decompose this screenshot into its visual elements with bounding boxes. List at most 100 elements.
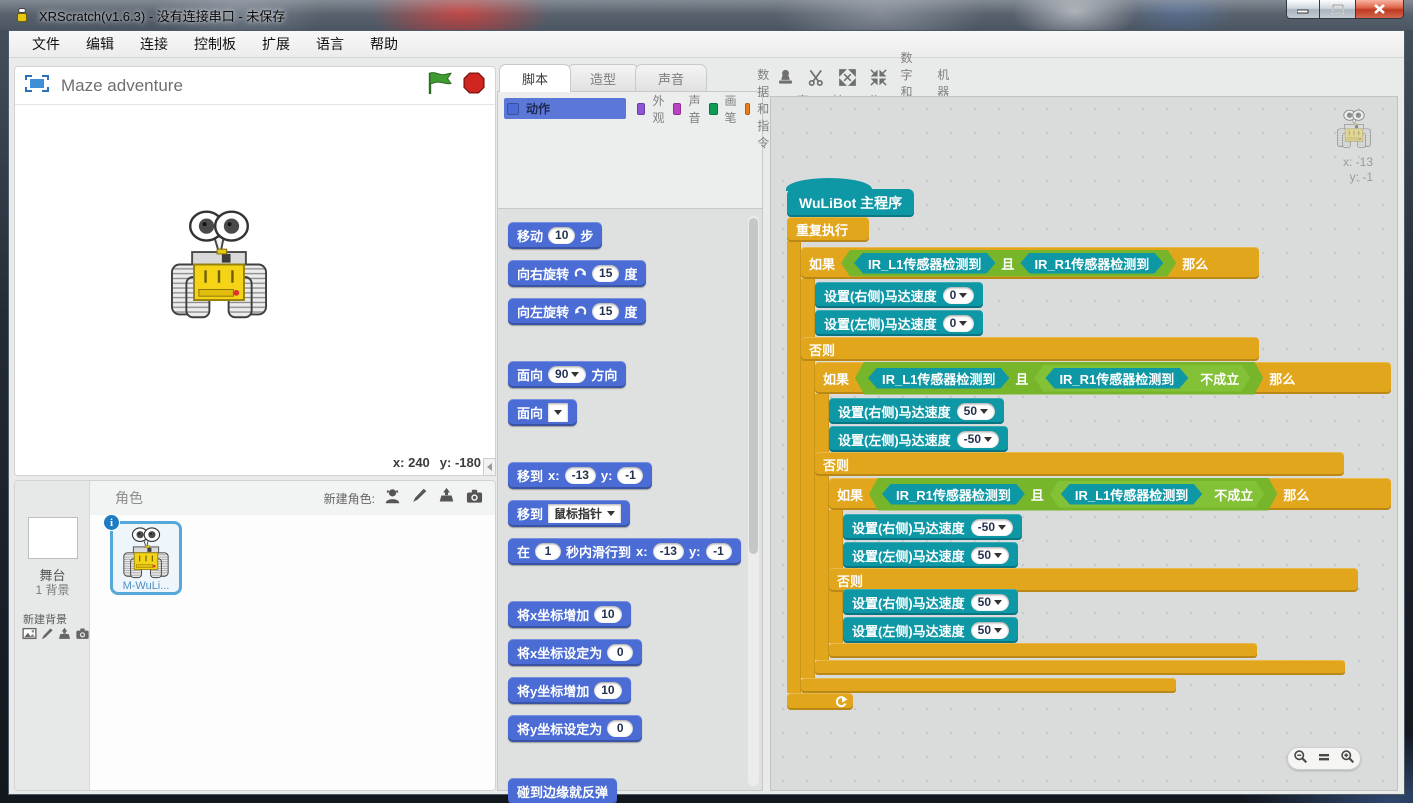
speed-dropdown[interactable]: 50	[971, 594, 1009, 611]
stage-sprite-robot[interactable]	[171, 209, 267, 326]
speed-dropdown[interactable]: 0	[943, 315, 975, 332]
scripts-canvas[interactable]: x: -13 y: -1 WuLiBot 主程序 重复执行 如果 IR_L1传感…	[770, 96, 1398, 791]
block-goto-mouse[interactable]: 移到鼠标指针	[508, 500, 630, 527]
speed-dropdown[interactable]: -50	[957, 431, 999, 448]
else-bar-1[interactable]: 否则	[801, 337, 1259, 361]
sprite-library-icon[interactable]	[383, 487, 402, 510]
and-hex-1[interactable]: IR_L1传感器检测到 且 IR_R1传感器检测到	[841, 250, 1176, 277]
block-glide[interactable]: 在1秒内滑行到x:-13y:-1	[508, 538, 741, 565]
paintbrush-icon[interactable]	[411, 487, 428, 509]
motor-right-0[interactable]: 设置(右侧)马达速度0	[815, 282, 983, 308]
category-motion[interactable]: 动作	[504, 98, 626, 119]
if-block-2-arm[interactable]	[815, 394, 829, 660]
block-set-y[interactable]: 将y坐标设定为0	[508, 715, 642, 742]
forever-block[interactable]: 重复执行	[787, 217, 869, 242]
close-button[interactable]	[1356, 0, 1404, 19]
menu-item-file[interactable]: 文件	[19, 31, 73, 57]
menu-item-edit[interactable]: 编辑	[73, 31, 127, 57]
block-set-x[interactable]: 将x坐标设定为0	[508, 639, 642, 666]
zoom-reset-icon[interactable]	[1318, 750, 1330, 768]
if-block-1[interactable]: 如果 IR_L1传感器检测到 且 IR_R1传感器检测到 那么	[801, 247, 1259, 279]
shrink-icon[interactable]	[867, 66, 889, 88]
speed-dropdown[interactable]: 50	[971, 547, 1009, 564]
category-pen[interactable]: 画笔	[706, 98, 740, 119]
menu-item-connect[interactable]: 连接	[127, 31, 181, 57]
stamp-icon[interactable]	[774, 66, 796, 88]
sensor-hex-l1[interactable]: IR_L1传感器检测到	[854, 253, 995, 274]
green-flag-icon[interactable]	[427, 71, 453, 100]
block-point-direction[interactable]: 面向90方向	[508, 361, 626, 388]
else-bar-2[interactable]: 否则	[815, 452, 1344, 476]
and-hex-3[interactable]: IR_R1传感器检测到 且 IR_L1传感器检测到 不成立	[869, 478, 1277, 511]
stage-canvas[interactable]	[15, 105, 495, 441]
grow-icon[interactable]	[836, 66, 858, 88]
upload-icon[interactable]	[57, 627, 72, 646]
fullscreen-icon[interactable]	[25, 75, 49, 97]
sensor-hex-r1[interactable]: IR_R1传感器检测到	[1020, 253, 1163, 274]
upload-icon[interactable]	[437, 487, 456, 509]
motor-left-50[interactable]: 设置(左侧)马达速度50	[843, 542, 1018, 568]
paintbrush-icon[interactable]	[40, 627, 54, 646]
menu-item-extensions[interactable]: 扩展	[249, 31, 303, 57]
minimize-button[interactable]	[1286, 0, 1320, 19]
backdrop-image-icon[interactable]	[22, 626, 37, 646]
if-block-2[interactable]: 如果 IR_L1传感器检测到 且 IR_R1传感器检测到 不成立 那么	[815, 362, 1391, 394]
direction-dropdown[interactable]: 90	[548, 366, 586, 383]
block-move-steps[interactable]: 移动10步	[508, 222, 602, 249]
motor-right-neg50[interactable]: 设置(右侧)马达速度-50	[843, 514, 1022, 540]
block-change-x[interactable]: 将x坐标增加10	[508, 601, 631, 628]
sensor-hex-l1[interactable]: IR_L1传感器检测到	[1061, 484, 1202, 505]
forever-block-arm[interactable]	[787, 241, 801, 693]
menu-item-help[interactable]: 帮助	[357, 31, 411, 57]
category-sound[interactable]: 声音	[670, 98, 704, 119]
menu-item-board[interactable]: 控制板	[181, 31, 249, 57]
collapse-stage-icon[interactable]	[483, 458, 496, 476]
maximize-button[interactable]	[1320, 0, 1356, 19]
sensor-hex-r1[interactable]: IR_R1传感器检测到	[1045, 368, 1188, 389]
info-icon[interactable]: i	[103, 514, 120, 531]
project-title[interactable]: Maze adventure	[61, 76, 427, 96]
block-turn-left[interactable]: 向左旋转15度	[508, 298, 646, 325]
speed-dropdown[interactable]: 50	[971, 622, 1009, 639]
if-block-3[interactable]: 如果 IR_R1传感器检测到 且 IR_L1传感器检测到 不成立 那么	[829, 478, 1391, 510]
and-hex-2[interactable]: IR_L1传感器检测到 且 IR_R1传感器检测到 不成立	[855, 362, 1263, 395]
block-point-towards[interactable]: 面向	[508, 399, 577, 426]
speed-dropdown[interactable]: 0	[943, 287, 975, 304]
zoom-in-icon[interactable]	[1340, 749, 1355, 769]
stage-thumbnail[interactable]	[28, 517, 78, 559]
motor-right-50[interactable]: 设置(右侧)马达速度50	[829, 398, 1004, 424]
block-change-y[interactable]: 将y坐标增加10	[508, 677, 631, 704]
category-looks[interactable]: 外观	[634, 98, 668, 119]
if-block-2-close[interactable]	[815, 660, 1345, 675]
block-bounce[interactable]: 碰到边缘就反弹	[508, 778, 617, 803]
tab-scripts[interactable]: 脚本	[499, 64, 571, 92]
motor-left-0[interactable]: 设置(左侧)马达速度0	[815, 310, 983, 336]
camera-icon[interactable]	[465, 488, 484, 509]
block-turn-right[interactable]: 向右旋转15度	[508, 260, 646, 287]
speed-dropdown[interactable]: -50	[971, 519, 1013, 536]
sensor-hex-r1[interactable]: IR_R1传感器检测到	[882, 484, 1025, 505]
tab-sounds[interactable]: 声音	[635, 64, 707, 92]
stop-icon[interactable]	[463, 72, 485, 99]
motor-right-50-else[interactable]: 设置(右侧)马达速度50	[843, 589, 1018, 615]
scissors-icon[interactable]	[805, 66, 827, 88]
point-towards-dropdown[interactable]	[548, 403, 568, 422]
block-goto-xy[interactable]: 移到x:-13y:-1	[508, 462, 652, 489]
speed-dropdown[interactable]: 50	[957, 403, 995, 420]
motor-left-50-else[interactable]: 设置(左侧)马达速度50	[843, 617, 1018, 643]
sprite-thumbnail-selected[interactable]: i M-WuLi...	[110, 521, 182, 595]
not-hex[interactable]: IR_L1传感器检测到 不成立	[1050, 481, 1264, 508]
palette-scrollbar-thumb[interactable]	[749, 218, 758, 554]
title-bar[interactable]: XRScratch(v1.6.3) - 没有连接串口 - 未保存	[0, 0, 1413, 30]
camera-icon[interactable]	[75, 627, 90, 645]
not-hex[interactable]: IR_R1传感器检测到 不成立	[1034, 365, 1250, 392]
forever-block-bottom[interactable]	[787, 693, 853, 710]
motor-left-neg50[interactable]: 设置(左侧)马达速度-50	[829, 426, 1008, 452]
palette-scrollbar[interactable]	[748, 216, 759, 786]
goto-target-dropdown[interactable]: 鼠标指针	[548, 504, 621, 523]
if-block-1-close[interactable]	[801, 678, 1176, 693]
if-block-3-close[interactable]	[829, 643, 1257, 658]
zoom-out-icon[interactable]	[1293, 749, 1308, 769]
hat-main-program[interactable]: WuLiBot 主程序	[787, 189, 914, 217]
tab-costumes[interactable]: 造型	[567, 64, 639, 92]
